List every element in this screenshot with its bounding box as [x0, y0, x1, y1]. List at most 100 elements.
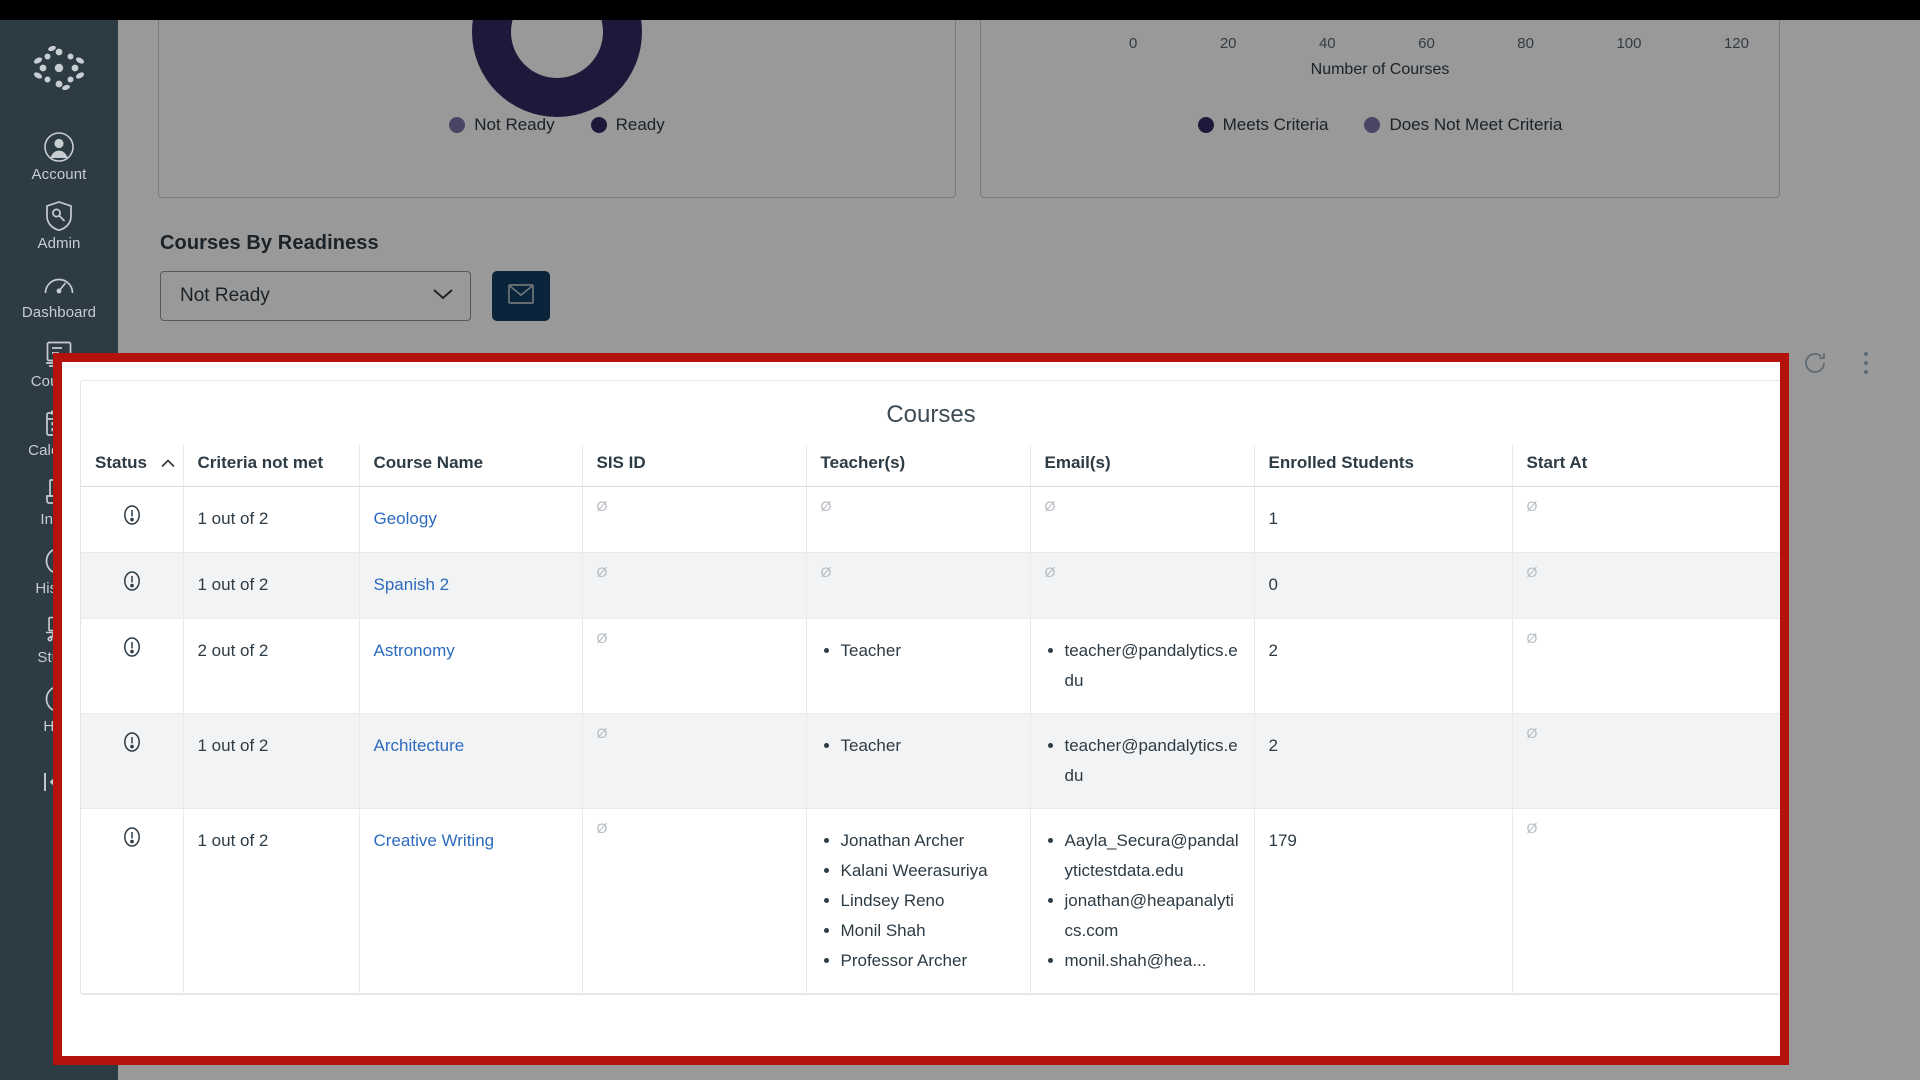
null-glyph: Ø	[596, 725, 608, 742]
column-header-course-name[interactable]: Course Name	[358, 445, 582, 487]
cell-emails: teacher@pandalytics.edu	[1029, 618, 1254, 715]
legend-label: Ready	[615, 115, 665, 134]
cell-enrolled: 2	[1253, 713, 1512, 810]
cell-sis-id: Ø	[581, 808, 806, 995]
cell-teachers: Teacher	[805, 713, 1030, 810]
cell-teachers: Jonathan Archer Kalani Weerasuriya Linds…	[805, 808, 1030, 995]
section-title: Courses By Readiness	[160, 232, 379, 254]
highlighted-courses-table-region: Courses Status Criteria not met Course N…	[53, 353, 1789, 1065]
cell-teachers: Ø	[805, 486, 1030, 554]
table-row[interactable]: 1 out of 2 Creative Writing Ø Jonathan A…	[81, 808, 1780, 995]
warning-exclamation-icon	[121, 504, 143, 535]
list-item: Professor Archer	[841, 946, 1016, 976]
course-link[interactable]: Creative Writing	[374, 831, 495, 850]
warning-exclamation-icon	[121, 636, 143, 667]
column-header-sis-id[interactable]: SIS ID	[581, 445, 806, 487]
table-head: Status Criteria not met Course Name SIS …	[81, 445, 1780, 487]
cell-course-name: Geology	[358, 486, 582, 554]
null-glyph: Ø	[1044, 564, 1056, 581]
cell-teachers: Teacher	[805, 618, 1030, 715]
cell-sis-id: Ø	[581, 552, 806, 620]
legend-label: Not Ready	[474, 115, 555, 134]
cell-course-name: Astronomy	[358, 618, 582, 715]
legend-dot-ready	[590, 117, 607, 133]
null-glyph: Ø	[1044, 498, 1056, 514]
course-link[interactable]: Geology	[374, 509, 437, 528]
null-glyph: Ø	[820, 564, 832, 581]
list-item: Kalani Weerasuriya	[841, 856, 1016, 886]
table-row[interactable]: 1 out of 2 Architecture Ø Teacher teache…	[81, 713, 1780, 810]
list-item: Teacher	[841, 636, 1016, 666]
nav-label: Account	[31, 166, 87, 183]
null-glyph: Ø	[596, 820, 608, 837]
list-item: Monil Shah	[841, 916, 1016, 946]
legend-dot-not-meets-criteria	[1364, 117, 1381, 133]
cell-start-at: Ø	[1511, 618, 1780, 715]
course-link[interactable]: Architecture	[374, 736, 465, 755]
column-header-emails[interactable]: Email(s)	[1029, 445, 1254, 487]
cell-status	[81, 486, 183, 554]
nav-item-admin[interactable]: Admin	[0, 191, 118, 260]
cell-course-name: Architecture	[358, 713, 582, 810]
legend-item: Does Not Meet Criteria	[1364, 115, 1562, 135]
null-glyph: Ø	[596, 564, 608, 581]
refresh-icon[interactable]	[1802, 350, 1828, 376]
table-row[interactable]: 1 out of 2 Spanish 2 Ø Ø Ø 0 Ø	[81, 552, 1780, 620]
cell-criteria: 2 out of 2	[182, 618, 359, 715]
table-body: 1 out of 2 Geology Ø Ø Ø 1 Ø 1 out of 2 …	[81, 486, 1780, 995]
readiness-select[interactable]: Not Ready	[160, 271, 471, 321]
x-tick: 20	[1219, 35, 1237, 52]
x-tick: 60	[1418, 35, 1435, 52]
filter-row: Not Ready	[160, 271, 780, 321]
cell-course-name: Creative Writing	[358, 808, 582, 995]
courses-table-card: Courses Status Criteria not met Course N…	[80, 380, 1780, 996]
nav-label: Dashboard	[21, 304, 97, 321]
canvas-logo[interactable]	[29, 46, 89, 90]
list-item: Teacher	[841, 731, 1016, 761]
cell-criteria: 1 out of 2	[182, 486, 359, 554]
column-header-enrolled-students[interactable]: Enrolled Students	[1253, 445, 1512, 487]
cell-sis-id: Ø	[581, 486, 806, 554]
readiness-donut-card: Not Ready Ready	[158, 20, 956, 198]
x-tick: 40	[1318, 35, 1336, 52]
table-toolbar	[1802, 350, 1870, 376]
cell-criteria: 1 out of 2	[182, 713, 359, 810]
cell-emails: Ø	[1029, 552, 1254, 620]
user-circle-icon	[43, 131, 75, 163]
column-header-start-at[interactable]: Start At	[1511, 445, 1780, 487]
column-header-status[interactable]: Status	[81, 445, 183, 487]
kebab-menu-icon[interactable]	[1862, 350, 1870, 376]
email-courses-button[interactable]	[492, 271, 550, 321]
column-header-teachers[interactable]: Teacher(s)	[805, 445, 1030, 487]
courses-by-readiness-section: Courses By Readiness Not Ready	[160, 232, 780, 321]
warning-exclamation-icon	[121, 570, 143, 601]
null-glyph: Ø	[596, 498, 608, 514]
criteria-bar-card: 0 20 40 60 80 100 120 Number of Courses …	[980, 20, 1780, 198]
chevron-down-icon	[432, 285, 454, 307]
x-tick: 120	[1723, 35, 1749, 52]
cell-status	[81, 618, 183, 715]
cell-start-at: Ø	[1511, 552, 1780, 620]
null-glyph: Ø	[596, 630, 608, 647]
course-link[interactable]: Spanish 2	[374, 575, 450, 594]
null-glyph: Ø	[1526, 564, 1538, 581]
envelope-icon	[508, 283, 534, 309]
list-item: Jonathan Archer	[841, 826, 1016, 856]
x-tick: 80	[1517, 35, 1534, 52]
column-header-criteria-not-met[interactable]: Criteria not met	[182, 445, 359, 487]
readiness-donut-chart	[472, 20, 642, 117]
legend-item: Ready	[590, 115, 665, 135]
course-link[interactable]: Astronomy	[374, 641, 455, 660]
legend-dot-meets-criteria	[1197, 117, 1214, 133]
cell-enrolled: 179	[1253, 808, 1512, 995]
table-row[interactable]: 2 out of 2 Astronomy Ø Teacher teacher@p…	[81, 618, 1780, 715]
cell-status	[81, 552, 183, 620]
cell-start-at: Ø	[1511, 486, 1780, 554]
cell-emails: teacher@pandalytics.edu	[1029, 713, 1254, 810]
cell-emails: Aayla_Secura@pandalytictestdata.edu jona…	[1029, 808, 1254, 995]
cell-criteria: 1 out of 2	[182, 808, 359, 995]
nav-item-account[interactable]: Account	[0, 122, 118, 191]
table-row[interactable]: 1 out of 2 Geology Ø Ø Ø 1 Ø	[81, 486, 1780, 554]
nav-item-dashboard[interactable]: Dashboard	[0, 260, 118, 329]
caret-up-icon	[161, 456, 175, 471]
